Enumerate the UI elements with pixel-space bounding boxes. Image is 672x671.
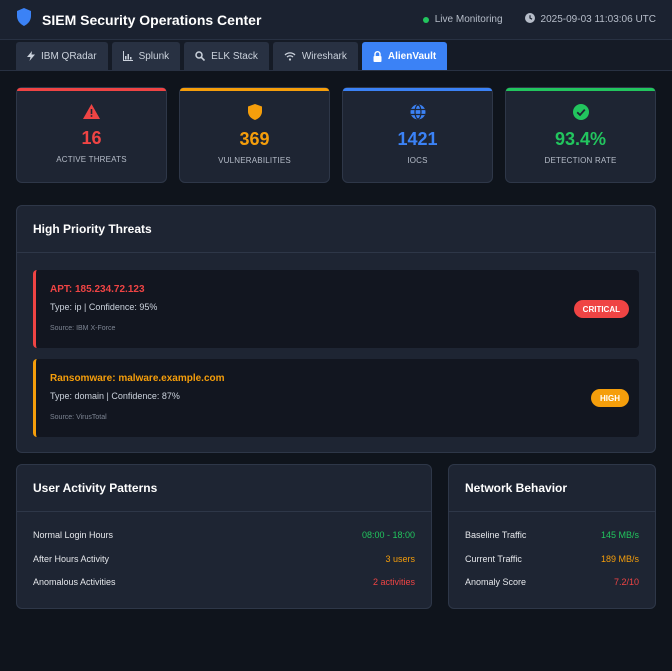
stat-value: 1421 — [397, 129, 438, 149]
shield-logo-icon — [16, 8, 32, 31]
stats-row: 16 ACTIVE THREATS 369 VULNERABILITIES 14… — [16, 87, 656, 183]
threat-title: APT: 185.234.72.123 — [50, 284, 145, 295]
metric-label: Normal Login Hours — [33, 530, 114, 540]
stat-accent-bar — [17, 88, 166, 91]
metric-row: Current Traffic 189 MB/s — [465, 554, 639, 578]
app-header: SIEM Security Operations Center Live Mon… — [0, 0, 672, 40]
threat-title: Ransomware: malware.example.com — [50, 373, 225, 384]
threat-meta: Type: domain | Confidence: 87% — [50, 391, 180, 401]
threat-item[interactable]: APT: 185.234.72.123 Type: ip | Confidenc… — [33, 270, 639, 348]
metric-label: Anomalous Activities — [33, 577, 116, 587]
stat-value: 16 — [81, 128, 102, 148]
stat-label: DETECTION RATE — [544, 156, 617, 165]
threat-meta: Type: ip | Confidence: 95% — [50, 302, 158, 312]
lock-icon — [373, 50, 382, 62]
metric-row: Anomaly Score 7.2/10 — [465, 577, 639, 601]
clock-icon — [524, 13, 535, 26]
severity-badge: CRITICAL — [573, 300, 629, 318]
tab-label: Splunk — [138, 50, 170, 62]
tab-wireshark[interactable]: Wireshark — [272, 42, 358, 70]
stat-label: VULNERABILITIES — [218, 156, 291, 165]
tab-label: Wireshark — [301, 50, 347, 62]
stat-active-threats: 16 ACTIVE THREATS — [16, 87, 167, 183]
metric-value: 2 activities — [372, 577, 415, 587]
panel-title: User Activity Patterns — [17, 465, 431, 512]
panel-title: Network Behavior — [449, 465, 655, 512]
metric-label: After Hours Activity — [33, 553, 110, 564]
tab-alienvault[interactable]: AlienVault — [361, 42, 448, 70]
stat-vulnerabilities: 369 VULNERABILITIES — [179, 87, 330, 183]
stat-value: 369 — [239, 129, 270, 149]
metric-value: 189 MB/s — [600, 553, 639, 564]
threats-panel: High Priority Threats APT: 185.234.72.12… — [16, 205, 656, 453]
brand: SIEM Security Operations Center — [16, 8, 261, 31]
tab-splunk[interactable]: Splunk — [111, 42, 181, 70]
tab-ibm-qradar[interactable]: IBM QRadar — [16, 42, 108, 70]
threat-item[interactable]: Ransomware: malware.example.com Type: do… — [33, 359, 639, 437]
threat-source: Source: VirusTotal — [50, 414, 107, 421]
metric-label: Baseline Traffic — [465, 530, 527, 540]
clock: 2025-09-03 11:03:06 UTC — [524, 13, 656, 26]
network-behavior-panel: Network Behavior Baseline Traffic 145 MB… — [448, 464, 656, 609]
tab-elk-stack[interactable]: ELK Stack — [184, 42, 269, 70]
tab-label: ELK Stack — [211, 50, 258, 62]
metric-row: Normal Login Hours 08:00 - 18:00 — [33, 530, 415, 554]
metric-row: After Hours Activity 3 users — [33, 554, 415, 578]
stat-label: ACTIVE THREATS — [56, 155, 127, 164]
app-title: SIEM Security Operations Center — [42, 11, 262, 28]
severity-badge: HIGH — [591, 389, 629, 407]
user-activity-panel: User Activity Patterns Normal Login Hour… — [16, 464, 432, 609]
stat-value: 93.4% — [554, 129, 607, 149]
timestamp: 2025-09-03 11:03:06 UTC — [540, 14, 656, 25]
metric-label: Anomaly Score — [465, 577, 527, 587]
live-dot-icon — [422, 16, 429, 23]
check-circle-icon — [572, 104, 589, 125]
warning-icon — [83, 104, 100, 124]
threat-source: Source: IBM X-Force — [50, 325, 116, 332]
globe-icon — [410, 104, 426, 125]
live-status-label: Live Monitoring — [434, 14, 503, 25]
wifi-icon — [284, 51, 296, 61]
metric-value: 08:00 - 18:00 — [361, 530, 415, 540]
stat-label: IOCS — [407, 156, 428, 165]
chart-icon — [122, 51, 133, 61]
bolt-icon — [27, 51, 35, 61]
stat-accent-bar — [343, 88, 492, 91]
stat-detection-rate: 93.4% DETECTION RATE — [505, 87, 656, 183]
panel-title: High Priority Threats — [17, 206, 655, 253]
shield-icon — [247, 104, 262, 125]
tab-label: AlienVault — [387, 50, 437, 62]
stat-accent-bar — [180, 88, 329, 91]
search-icon — [195, 51, 206, 61]
live-status: Live Monitoring — [422, 14, 503, 25]
tool-tabs: IBM QRadar Splunk ELK Stack Wireshark Al… — [0, 40, 672, 71]
metric-row: Anomalous Activities 2 activities — [33, 577, 415, 601]
metric-value: 145 MB/s — [600, 530, 639, 540]
metric-value: 7.2/10 — [613, 577, 639, 587]
metric-label: Current Traffic — [465, 553, 522, 564]
tab-label: IBM QRadar — [41, 50, 97, 62]
stat-iocs: 1421 IOCS — [342, 87, 493, 183]
metric-row: Baseline Traffic 145 MB/s — [465, 530, 639, 554]
stat-accent-bar — [506, 88, 655, 91]
metric-value: 3 users — [385, 553, 415, 564]
